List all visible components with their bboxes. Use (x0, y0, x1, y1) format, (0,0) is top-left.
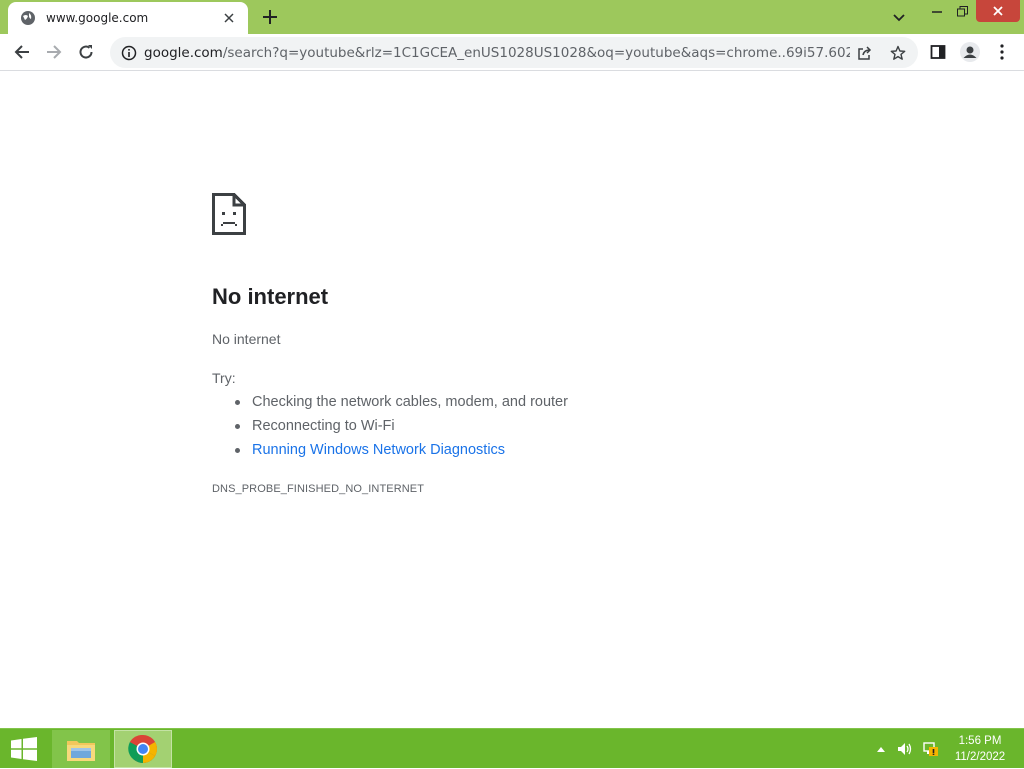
tab-strip: www.google.com (0, 0, 1024, 34)
volume-icon[interactable] (894, 729, 916, 769)
taskbar: 1:56 PM 11/2/2022 (0, 728, 1024, 768)
error-subtext: No internet (212, 331, 281, 347)
menu-icon[interactable] (988, 38, 1016, 66)
show-hidden-icons-icon[interactable] (874, 729, 888, 769)
url-path: /search?q=youtube&rlz=1C1GCEA_enUS1028US… (222, 44, 850, 61)
try-label: Try: (212, 370, 236, 386)
network-diagnostics-link[interactable]: Running Windows Network Diagnostics (235, 438, 568, 462)
share-icon[interactable] (854, 42, 876, 64)
browser-tab[interactable]: www.google.com (8, 2, 248, 34)
suggestion-list: Checking the network cables, modem, and … (212, 390, 568, 462)
tab-close-icon[interactable] (220, 9, 238, 27)
restore-icon[interactable] (950, 0, 974, 22)
site-info-icon[interactable] (120, 44, 138, 62)
network-status-icon[interactable] (920, 729, 942, 769)
side-panel-icon[interactable] (924, 38, 952, 66)
clock-time: 1:56 PM (958, 735, 1002, 747)
globe-icon (20, 10, 36, 26)
new-tab-icon[interactable] (258, 5, 282, 29)
clock-date: 11/2/2022 (954, 751, 1006, 763)
error-heading: No internet (212, 284, 329, 309)
url-text[interactable]: google.com/search?q=youtube&rlz=1C1GCEA_… (144, 45, 850, 61)
bookmark-star-icon[interactable] (887, 42, 909, 64)
windows-start-icon[interactable] (0, 729, 48, 769)
error-code: DNS_PROBE_FINISHED_NO_INTERNET (212, 483, 425, 495)
chrome-taskbar-icon[interactable] (114, 730, 172, 768)
address-bar[interactable]: google.com/search?q=youtube&rlz=1C1GCEA_… (110, 37, 918, 68)
url-host: google.com (144, 44, 223, 61)
suggestion-item: Reconnecting to Wi-Fi (235, 414, 568, 438)
reload-icon[interactable] (72, 38, 100, 66)
browser-toolbar: google.com/search?q=youtube&rlz=1C1GCEA_… (0, 34, 1024, 71)
forward-icon[interactable] (40, 38, 68, 66)
system-clock[interactable]: 1:56 PM 11/2/2022 (944, 733, 1016, 765)
page-content: No internet No internet Try: Checking th… (0, 72, 1024, 728)
minimize-icon[interactable] (924, 0, 950, 22)
file-explorer-icon[interactable] (52, 730, 110, 768)
tab-search-icon[interactable] (888, 7, 910, 29)
back-icon[interactable] (8, 38, 36, 66)
tab-title: www.google.com (46, 11, 149, 25)
suggestion-item: Checking the network cables, modem, and … (235, 390, 568, 414)
profile-icon[interactable] (956, 38, 984, 66)
window-close-icon[interactable] (976, 0, 1020, 22)
sad-page-icon (212, 193, 246, 239)
